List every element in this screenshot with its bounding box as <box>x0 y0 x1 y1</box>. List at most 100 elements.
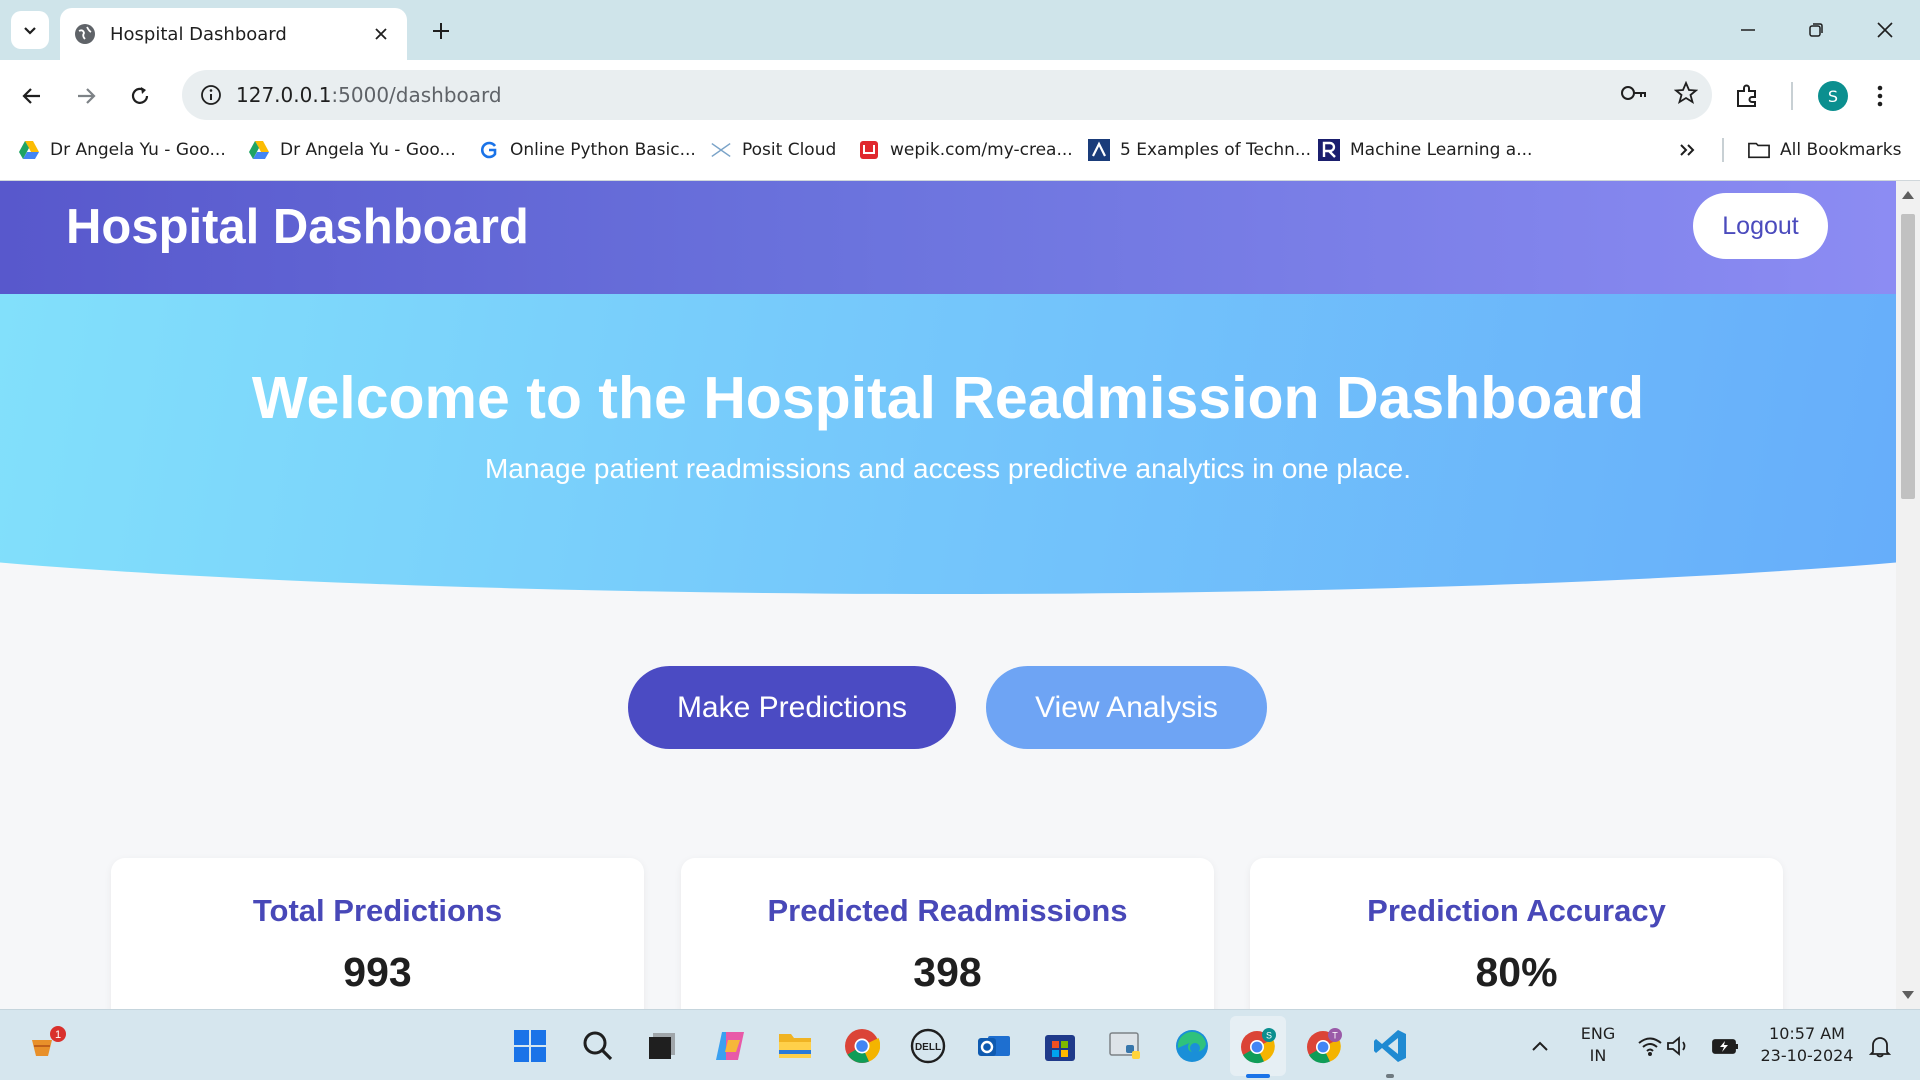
task-view-button[interactable] <box>640 1024 684 1068</box>
url-path: :5000/dashboard <box>331 83 502 107</box>
vscode-icon <box>1374 1030 1406 1062</box>
search-icon <box>583 1031 613 1061</box>
plus-icon <box>433 23 449 39</box>
chrome-icon <box>845 1029 880 1063</box>
google-drive-icon <box>248 139 270 161</box>
widgets-button[interactable]: 1 <box>24 1024 68 1068</box>
page-viewport: Hospital Dashboard Logout Welcome to the… <box>0 181 1896 1009</box>
restore-button[interactable] <box>1786 8 1846 52</box>
profile-button[interactable]: S <box>1818 74 1848 118</box>
globe-icon <box>74 23 96 45</box>
battery-button[interactable] <box>1704 1024 1748 1068</box>
show-hidden-icons-button[interactable] <box>1518 1024 1562 1068</box>
language-indicator[interactable]: ENG IN <box>1570 1023 1626 1067</box>
url-host: 127.0.0.1 <box>236 83 332 107</box>
vscode-button[interactable] <box>1368 1024 1412 1068</box>
back-button[interactable] <box>12 76 52 116</box>
store-icon <box>1045 1035 1075 1061</box>
chrome-profile-s-button[interactable]: S <box>1236 1024 1280 1068</box>
new-tab-button[interactable] <box>424 14 458 48</box>
edge-button[interactable] <box>1170 1024 1214 1068</box>
windows-taskbar: 1 DELL S T ENG IN 10:57 AM 23-10-2024 <box>0 1009 1920 1080</box>
page-scrollbar[interactable] <box>1896 181 1920 1009</box>
volume-button[interactable] <box>1664 1024 1694 1068</box>
scroll-down-arrow-icon[interactable] <box>1902 991 1914 999</box>
running-indicator <box>1386 1074 1394 1078</box>
bookmark-item[interactable]: Machine Learning a... <box>1318 130 1532 170</box>
bookmark-item[interactable]: Online Python Basic... <box>478 130 696 170</box>
browser-toolbar: 127.0.0.1:5000/dashboard S Dr Angela Yu … <box>0 60 1920 188</box>
stat-card-value: 993 <box>343 949 412 995</box>
bookmarks-bar: Dr Angela Yu - Goo... Dr Angela Yu - Goo… <box>0 130 1920 170</box>
start-button[interactable] <box>508 1024 552 1068</box>
bookmark-label: 5 Examples of Techn... <box>1120 140 1312 160</box>
bookmark-item[interactable]: Posit Cloud <box>710 130 836 170</box>
more-bookmarks-button[interactable] <box>1678 130 1696 170</box>
dell-button[interactable]: DELL <box>906 1024 950 1068</box>
language-label: ENG <box>1580 1024 1616 1043</box>
stat-card-title: Predicted Readmissions <box>767 893 1128 928</box>
reload-icon <box>131 87 149 104</box>
browser-menu-button[interactable] <box>1876 74 1884 118</box>
make-predictions-button[interactable]: Make Predictions <box>628 666 956 749</box>
arrow-right-icon <box>78 88 96 104</box>
clock-date: 23-10-2024 <box>1760 1046 1854 1065</box>
svg-text:S: S <box>1266 1031 1272 1041</box>
all-bookmarks-button[interactable]: All Bookmarks <box>1748 130 1901 170</box>
close-window-button[interactable] <box>1855 8 1915 52</box>
region-label: IN <box>1589 1046 1607 1065</box>
minimize-button[interactable] <box>1718 8 1778 52</box>
forward-button[interactable] <box>66 76 106 116</box>
clock-time: 10:57 AM <box>1769 1024 1845 1043</box>
arrow-left-icon <box>22 88 40 104</box>
tab-search-button[interactable] <box>11 11 49 49</box>
logout-button[interactable]: Logout <box>1693 193 1828 259</box>
notification-count: 1 <box>55 1029 61 1041</box>
site-info-icon[interactable] <box>186 70 236 120</box>
windows-logo-icon <box>514 1030 546 1062</box>
password-key-icon[interactable] <box>1620 83 1648 108</box>
address-bar[interactable]: 127.0.0.1:5000/dashboard <box>182 70 1712 120</box>
dell-icon: DELL <box>910 1028 946 1064</box>
copilot-icon <box>716 1032 744 1060</box>
hero-subtitle: Manage patient readmissions and access p… <box>484 453 1412 484</box>
bookmark-item[interactable]: Dr Angela Yu - Goo... <box>248 130 456 170</box>
stat-card-title: Prediction Accuracy <box>1367 893 1666 928</box>
browser-tab-strip: Hospital Dashboard <box>0 0 1920 60</box>
python-installer-button[interactable] <box>1104 1024 1148 1068</box>
url-text: 127.0.0.1:5000/dashboard <box>236 83 502 107</box>
chrome-profile-t-button[interactable]: T <box>1302 1024 1346 1068</box>
chrome-taskbar-button[interactable] <box>840 1024 884 1068</box>
double-chevron-right-icon <box>1680 144 1695 156</box>
bookmark-label: wepik.com/my-crea... <box>890 140 1073 160</box>
stat-card-total-predictions: Total Predictions 993 <box>111 858 644 1009</box>
clock[interactable]: 10:57 AM 23-10-2024 <box>1754 1023 1860 1067</box>
extensions-button[interactable] <box>1734 74 1760 118</box>
microsoft-store-button[interactable] <box>1038 1024 1082 1068</box>
stat-card-prediction-accuracy: Prediction Accuracy 80% <box>1250 858 1783 1009</box>
bookmark-item[interactable]: wepik.com/my-crea... <box>858 130 1073 170</box>
python-installer-icon <box>1109 1032 1140 1059</box>
stat-card-title: Total Predictions <box>252 893 503 928</box>
more-vertical-icon <box>1877 85 1883 107</box>
close-tab-icon[interactable] <box>369 22 393 46</box>
scroll-up-arrow-icon[interactable] <box>1902 191 1914 199</box>
a-icon <box>1088 139 1110 161</box>
copilot-button[interactable] <box>708 1024 752 1068</box>
scrollbar-thumb[interactable] <box>1901 214 1915 499</box>
reload-button[interactable] <box>120 76 160 116</box>
bookmark-item[interactable]: Dr Angela Yu - Goo... <box>18 130 226 170</box>
file-explorer-button[interactable] <box>773 1024 817 1068</box>
edge-icon <box>1176 1030 1208 1062</box>
svg-text:T: T <box>1332 1031 1338 1041</box>
taskbar-search-button[interactable] <box>576 1024 620 1068</box>
outlook-button[interactable] <box>972 1024 1016 1068</box>
stat-card-predicted-readmissions: Predicted Readmissions 398 <box>681 858 1214 1009</box>
bookmark-item[interactable]: 5 Examples of Techn... <box>1088 130 1311 170</box>
bookmarks-divider <box>1722 138 1724 162</box>
notifications-button[interactable] <box>1858 1024 1902 1068</box>
tab-hospital-dashboard[interactable]: Hospital Dashboard <box>60 8 407 60</box>
wepik-icon <box>858 139 880 161</box>
view-analysis-button[interactable]: View Analysis <box>986 666 1267 749</box>
bookmark-star-icon[interactable] <box>1673 80 1699 110</box>
